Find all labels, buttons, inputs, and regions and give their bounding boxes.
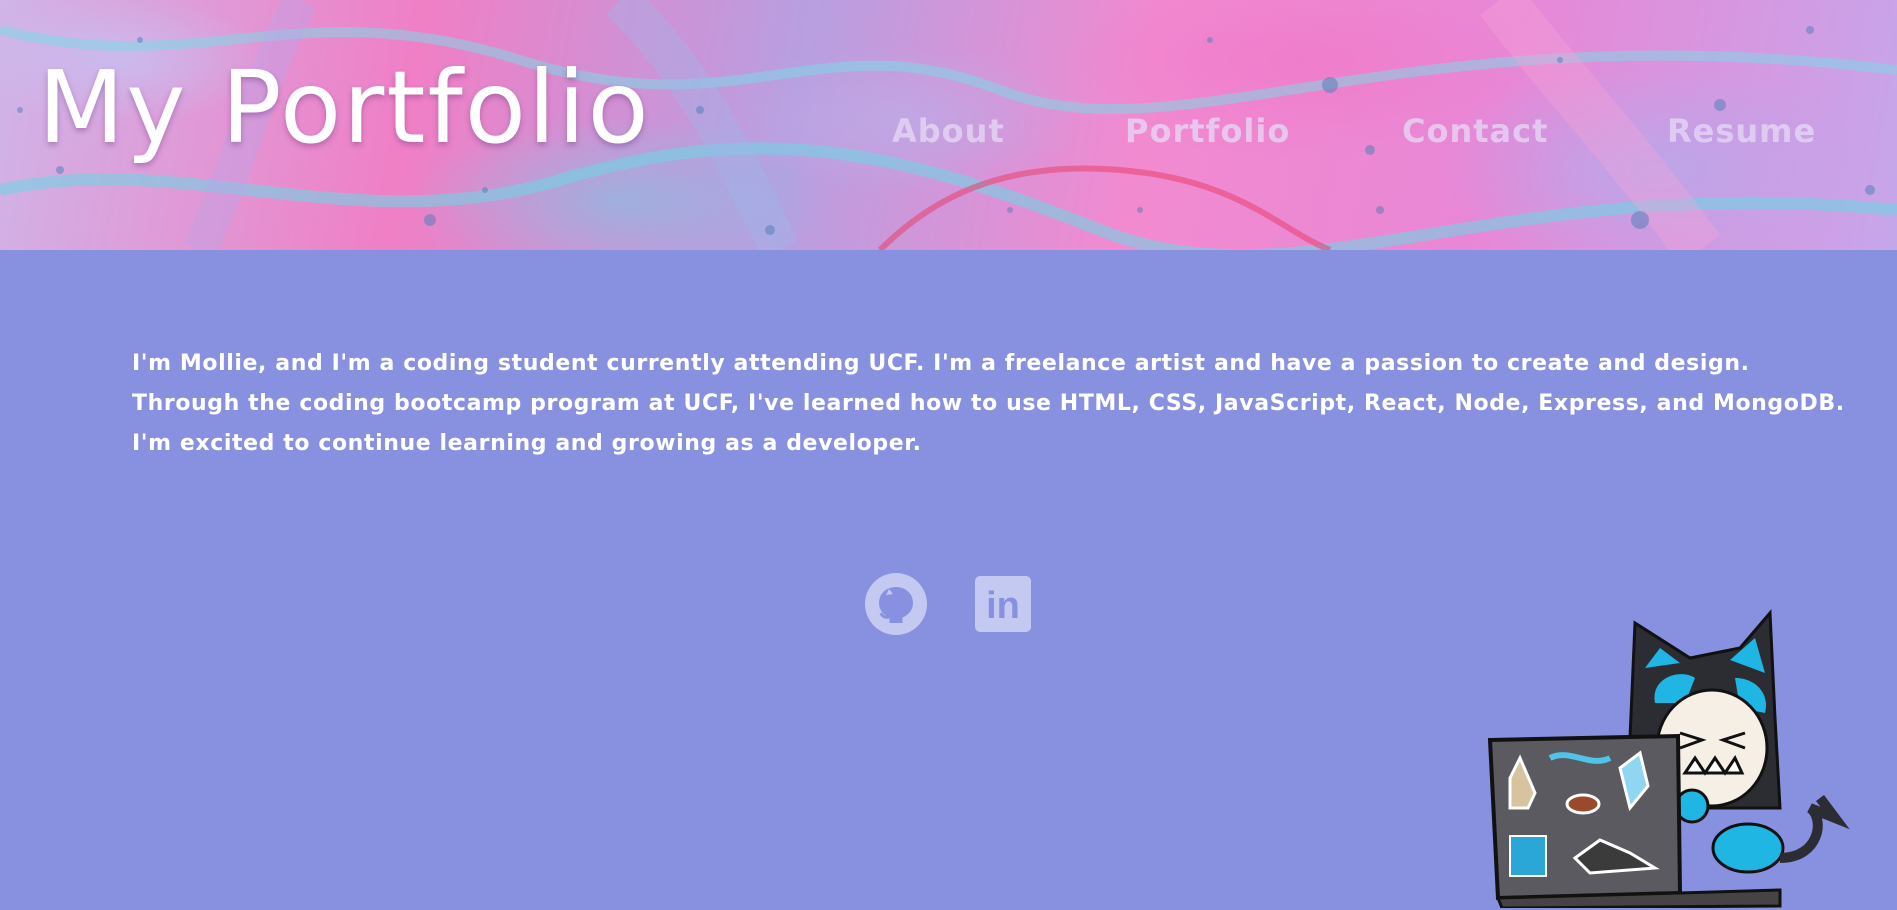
linkedin-icon: in: [975, 576, 1031, 632]
header-banner: My Portfolio About Portfolio Contact Res…: [0, 0, 1897, 250]
mascot-illustration: [1487, 609, 1850, 908]
about-line-3: I'm excited to continue learning and gro…: [132, 431, 922, 456]
github-link[interactable]: [865, 573, 927, 639]
nav-link-about[interactable]: About: [892, 112, 1005, 150]
github-icon: [865, 573, 927, 635]
nav-link-contact[interactable]: Contact: [1402, 112, 1548, 150]
about-line-1: I'm Mollie, and I'm a coding student cur…: [132, 351, 1750, 376]
about-line-2: Through the coding bootcamp program at U…: [132, 391, 1845, 416]
linkedin-glyph: in: [986, 585, 1020, 627]
nav-link-resume[interactable]: Resume: [1667, 112, 1816, 150]
nav-link-portfolio[interactable]: Portfolio: [1125, 112, 1290, 150]
about-section: I'm Mollie, and I'm a coding student cur…: [132, 344, 1845, 464]
linkedin-link[interactable]: in: [975, 576, 1031, 636]
main-nav: About Portfolio Contact Resume: [0, 112, 1897, 152]
